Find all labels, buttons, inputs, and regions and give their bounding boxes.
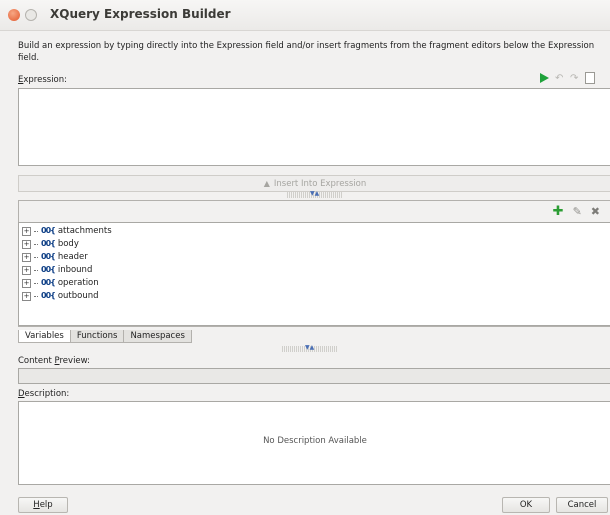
xml-node-icon: 00{ [41, 239, 56, 248]
fragment-editor-tabs: Variables Functions Namespaces [18, 330, 192, 343]
tree-item-outbound[interactable]: +00{outbound [22, 290, 99, 302]
xml-node-icon: 00{ [41, 265, 56, 274]
help-button[interactable]: Help [18, 497, 68, 513]
tree-connector [34, 282, 38, 284]
splitter-handle-bottom[interactable]: ▼▲ [282, 344, 338, 352]
variables-tree: +00{attachments +00{body +00{header +00{… [18, 222, 610, 326]
xml-node-icon: 00{ [41, 226, 56, 235]
xml-node-icon: 00{ [41, 291, 56, 300]
content-preview-field [18, 368, 610, 384]
undo-icon[interactable]: ↶ [555, 73, 564, 83]
tab-functions[interactable]: Functions [69, 330, 125, 343]
delete-icon[interactable]: ✖ [591, 206, 600, 218]
expression-field[interactable] [18, 88, 610, 166]
xml-node-icon: 00{ [41, 278, 56, 287]
new-document-icon[interactable] [585, 72, 595, 84]
content-preview-label-pre: Content [18, 356, 55, 366]
tree-connector [34, 230, 38, 232]
run-icon[interactable] [540, 73, 549, 83]
expand-icon[interactable]: + [22, 278, 31, 288]
content-preview-label-rest: review: [59, 356, 91, 366]
tree-item-inbound[interactable]: +00{inbound [22, 264, 92, 276]
tab-variables[interactable]: Variables [18, 330, 71, 343]
content-preview-label: Content Preview: [18, 356, 90, 366]
expression-toolbar: ↶ ↷ [540, 72, 595, 84]
tree-item-header[interactable]: +00{header [22, 251, 88, 263]
minimize-window-button[interactable] [25, 9, 37, 21]
splitter-arrows-icon: ▼▲ [305, 344, 315, 351]
splitter-arrows-icon: ▼▲ [310, 190, 320, 197]
expand-icon[interactable]: + [22, 252, 31, 262]
expression-label: Expression: [18, 75, 67, 85]
cancel-button[interactable]: Cancel [556, 497, 608, 513]
expand-icon[interactable]: + [22, 291, 31, 301]
tree-item-label: attachments [57, 226, 112, 236]
tree-connector [34, 295, 38, 297]
tree-connector [34, 256, 38, 258]
expression-label-rest: xpression: [23, 75, 68, 85]
tree-item-label: operation [57, 278, 99, 288]
tree-item-body[interactable]: +00{body [22, 238, 79, 250]
tree-connector [34, 269, 38, 271]
edit-pencil-icon[interactable]: ✎ [573, 206, 582, 218]
tree-item-operation[interactable]: +00{operation [22, 277, 99, 289]
description-area: No Description Available [18, 401, 610, 485]
tree-item-label: header [57, 252, 88, 262]
splitter-handle-top[interactable]: ▼▲ [287, 190, 343, 198]
description-label: Description: [18, 389, 69, 399]
variables-toolbar: ✚ ✎ ✖ [553, 205, 600, 218]
ok-button[interactable]: OK [502, 497, 550, 513]
tree-item-label: body [57, 239, 79, 249]
help-button-rest: elp [39, 500, 53, 510]
close-window-button[interactable] [8, 9, 20, 21]
expand-icon[interactable]: + [22, 239, 31, 249]
tree-connector [34, 243, 38, 245]
intro-text: Build an expression by typing directly i… [18, 41, 595, 63]
tree-item-label: outbound [57, 291, 99, 301]
insert-into-expression-label: Insert Into Expression [273, 179, 367, 189]
tree-item-label: inbound [57, 265, 93, 275]
expand-icon[interactable]: + [22, 226, 31, 236]
tree-item-attachments[interactable]: +00{attachments [22, 225, 112, 237]
up-arrow-icon: ▲ [263, 179, 270, 188]
window-title: XQuery Expression Builder [50, 7, 231, 21]
title-bar: XQuery Expression Builder [0, 0, 610, 31]
xml-node-icon: 00{ [41, 252, 56, 261]
expand-icon[interactable]: + [22, 265, 31, 275]
tab-namespaces[interactable]: Namespaces [123, 330, 192, 343]
description-label-rest: escription: [24, 389, 70, 399]
description-text: No Description Available [263, 436, 367, 446]
redo-icon[interactable]: ↷ [570, 73, 579, 83]
add-icon[interactable]: ✚ [553, 205, 564, 218]
